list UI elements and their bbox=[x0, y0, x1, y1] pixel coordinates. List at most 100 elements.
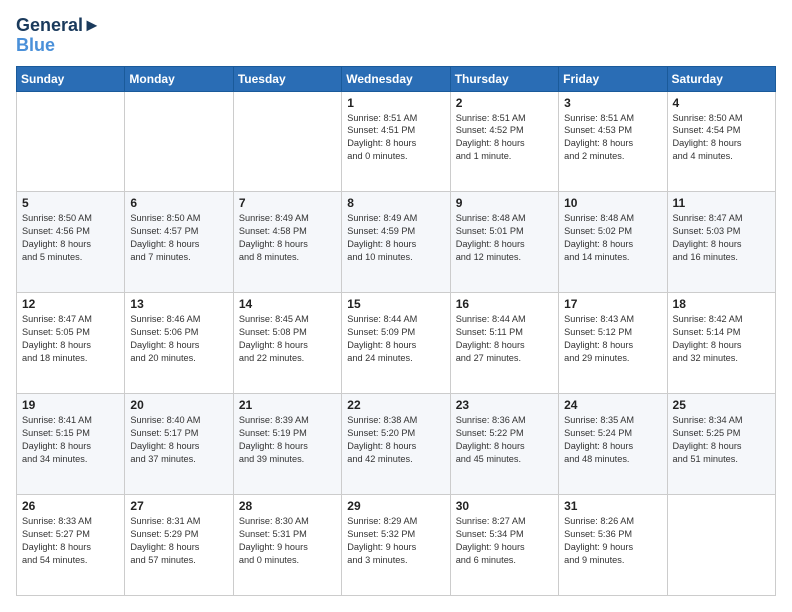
calendar-cell: 23 Sunrise: 8:36 AM Sunset: 5:22 PM Dayli… bbox=[450, 394, 558, 495]
day-number: 20 bbox=[130, 398, 227, 412]
calendar-cell: 12 Sunrise: 8:47 AM Sunset: 5:05 PM Dayli… bbox=[17, 293, 125, 394]
day-number: 3 bbox=[564, 96, 661, 110]
cell-content: Sunrise: 8:47 AM Sunset: 5:05 PM Dayligh… bbox=[22, 313, 119, 365]
calendar-day-header: Thursday bbox=[450, 66, 558, 91]
header: General► Blue bbox=[16, 16, 776, 56]
day-number: 1 bbox=[347, 96, 444, 110]
cell-content: Sunrise: 8:47 AM Sunset: 5:03 PM Dayligh… bbox=[673, 212, 770, 264]
calendar-cell: 26 Sunrise: 8:33 AM Sunset: 5:27 PM Dayli… bbox=[17, 495, 125, 596]
calendar-cell: 24 Sunrise: 8:35 AM Sunset: 5:24 PM Dayli… bbox=[559, 394, 667, 495]
calendar-cell: 14Sunrise: 8:45 AM Sunset: 5:08 PM Dayli… bbox=[233, 293, 341, 394]
calendar-day-header: Saturday bbox=[667, 66, 775, 91]
calendar-day-header: Tuesday bbox=[233, 66, 341, 91]
cell-content: Sunrise: 8:44 AM Sunset: 5:09 PM Dayligh… bbox=[347, 313, 444, 365]
calendar-cell: 13 Sunrise: 8:46 AM Sunset: 5:06 PM Dayli… bbox=[125, 293, 233, 394]
page: General► Blue SundayMondayTuesdayWednesd… bbox=[0, 0, 792, 612]
day-number: 30 bbox=[456, 499, 553, 513]
calendar-cell: 25 Sunrise: 8:34 AM Sunset: 5:25 PM Dayli… bbox=[667, 394, 775, 495]
cell-content: Sunrise: 8:38 AM Sunset: 5:20 PM Dayligh… bbox=[347, 414, 444, 466]
calendar-day-header: Sunday bbox=[17, 66, 125, 91]
calendar-cell: 27Sunrise: 8:31 AM Sunset: 5:29 PM Dayli… bbox=[125, 495, 233, 596]
day-number: 6 bbox=[130, 196, 227, 210]
calendar-cell: 11 Sunrise: 8:47 AM Sunset: 5:03 PM Dayli… bbox=[667, 192, 775, 293]
cell-content: Sunrise: 8:48 AM Sunset: 5:02 PM Dayligh… bbox=[564, 212, 661, 264]
calendar-cell: 7 Sunrise: 8:49 AM Sunset: 4:58 PM Daylig… bbox=[233, 192, 341, 293]
cell-content: Sunrise: 8:33 AM Sunset: 5:27 PM Dayligh… bbox=[22, 515, 119, 567]
cell-content: Sunrise: 8:30 AM Sunset: 5:31 PM Dayligh… bbox=[239, 515, 336, 567]
cell-content: Sunrise: 8:34 AM Sunset: 5:25 PM Dayligh… bbox=[673, 414, 770, 466]
calendar-cell: 10 Sunrise: 8:48 AM Sunset: 5:02 PM Dayli… bbox=[559, 192, 667, 293]
day-number: 13 bbox=[130, 297, 227, 311]
day-number: 21 bbox=[239, 398, 336, 412]
cell-content: Sunrise: 8:35 AM Sunset: 5:24 PM Dayligh… bbox=[564, 414, 661, 466]
cell-content: Sunrise: 8:49 AM Sunset: 4:58 PM Dayligh… bbox=[239, 212, 336, 264]
calendar-cell: 20 Sunrise: 8:40 AM Sunset: 5:17 PM Dayli… bbox=[125, 394, 233, 495]
calendar-cell: 8 Sunrise: 8:49 AM Sunset: 4:59 PM Daylig… bbox=[342, 192, 450, 293]
cell-content: Sunrise: 8:51 AM Sunset: 4:53 PM Dayligh… bbox=[564, 112, 661, 164]
calendar-cell: 29 Sunrise: 8:29 AM Sunset: 5:32 PM Dayli… bbox=[342, 495, 450, 596]
calendar-cell: 28 Sunrise: 8:30 AM Sunset: 5:31 PM Dayli… bbox=[233, 495, 341, 596]
day-number: 9 bbox=[456, 196, 553, 210]
cell-content: Sunrise: 8:29 AM Sunset: 5:32 PM Dayligh… bbox=[347, 515, 444, 567]
cell-content: Sunrise: 8:44 AM Sunset: 5:11 PM Dayligh… bbox=[456, 313, 553, 365]
calendar-cell bbox=[125, 91, 233, 192]
logo-text: General► bbox=[16, 16, 101, 36]
calendar-cell: 19 Sunrise: 8:41 AM Sunset: 5:15 PM Dayli… bbox=[17, 394, 125, 495]
cell-content: Sunrise: 8:49 AM Sunset: 4:59 PM Dayligh… bbox=[347, 212, 444, 264]
calendar-cell: 15Sunrise: 8:44 AM Sunset: 5:09 PM Dayli… bbox=[342, 293, 450, 394]
day-number: 18 bbox=[673, 297, 770, 311]
calendar-week-row: 26 Sunrise: 8:33 AM Sunset: 5:27 PM Dayli… bbox=[17, 495, 776, 596]
day-number: 22 bbox=[347, 398, 444, 412]
day-number: 2 bbox=[456, 96, 553, 110]
calendar-week-row: 12 Sunrise: 8:47 AM Sunset: 5:05 PM Dayli… bbox=[17, 293, 776, 394]
day-number: 4 bbox=[673, 96, 770, 110]
calendar-week-row: 5 Sunrise: 8:50 AM Sunset: 4:56 PM Daylig… bbox=[17, 192, 776, 293]
cell-content: Sunrise: 8:39 AM Sunset: 5:19 PM Dayligh… bbox=[239, 414, 336, 466]
day-number: 29 bbox=[347, 499, 444, 513]
calendar-cell: 9Sunrise: 8:48 AM Sunset: 5:01 PM Daylig… bbox=[450, 192, 558, 293]
calendar-day-header: Monday bbox=[125, 66, 233, 91]
calendar-week-row: 1Sunrise: 8:51 AM Sunset: 4:51 PM Daylig… bbox=[17, 91, 776, 192]
cell-content: Sunrise: 8:27 AM Sunset: 5:34 PM Dayligh… bbox=[456, 515, 553, 567]
cell-content: Sunrise: 8:43 AM Sunset: 5:12 PM Dayligh… bbox=[564, 313, 661, 365]
calendar-cell: 16 Sunrise: 8:44 AM Sunset: 5:11 PM Dayli… bbox=[450, 293, 558, 394]
day-number: 24 bbox=[564, 398, 661, 412]
cell-content: Sunrise: 8:45 AM Sunset: 5:08 PM Dayligh… bbox=[239, 313, 336, 365]
day-number: 7 bbox=[239, 196, 336, 210]
logo-blue: Blue bbox=[16, 36, 55, 56]
calendar-cell bbox=[667, 495, 775, 596]
day-number: 17 bbox=[564, 297, 661, 311]
day-number: 31 bbox=[564, 499, 661, 513]
cell-content: Sunrise: 8:50 AM Sunset: 4:56 PM Dayligh… bbox=[22, 212, 119, 264]
day-number: 25 bbox=[673, 398, 770, 412]
day-number: 23 bbox=[456, 398, 553, 412]
day-number: 19 bbox=[22, 398, 119, 412]
day-number: 10 bbox=[564, 196, 661, 210]
calendar-cell: 22 Sunrise: 8:38 AM Sunset: 5:20 PM Dayli… bbox=[342, 394, 450, 495]
day-number: 16 bbox=[456, 297, 553, 311]
calendar-cell: 5 Sunrise: 8:50 AM Sunset: 4:56 PM Daylig… bbox=[17, 192, 125, 293]
day-number: 28 bbox=[239, 499, 336, 513]
cell-content: Sunrise: 8:36 AM Sunset: 5:22 PM Dayligh… bbox=[456, 414, 553, 466]
calendar-cell bbox=[17, 91, 125, 192]
day-number: 5 bbox=[22, 196, 119, 210]
day-number: 12 bbox=[22, 297, 119, 311]
cell-content: Sunrise: 8:51 AM Sunset: 4:52 PM Dayligh… bbox=[456, 112, 553, 164]
calendar-header-row: SundayMondayTuesdayWednesdayThursdayFrid… bbox=[17, 66, 776, 91]
calendar-cell: 21 Sunrise: 8:39 AM Sunset: 5:19 PM Dayli… bbox=[233, 394, 341, 495]
calendar-cell: 3 Sunrise: 8:51 AM Sunset: 4:53 PM Daylig… bbox=[559, 91, 667, 192]
calendar-cell: 2 Sunrise: 8:51 AM Sunset: 4:52 PM Daylig… bbox=[450, 91, 558, 192]
day-number: 8 bbox=[347, 196, 444, 210]
calendar-week-row: 19 Sunrise: 8:41 AM Sunset: 5:15 PM Dayli… bbox=[17, 394, 776, 495]
cell-content: Sunrise: 8:50 AM Sunset: 4:57 PM Dayligh… bbox=[130, 212, 227, 264]
day-number: 11 bbox=[673, 196, 770, 210]
calendar: SundayMondayTuesdayWednesdayThursdayFrid… bbox=[16, 66, 776, 596]
day-number: 26 bbox=[22, 499, 119, 513]
calendar-cell: 17 Sunrise: 8:43 AM Sunset: 5:12 PM Dayli… bbox=[559, 293, 667, 394]
cell-content: Sunrise: 8:46 AM Sunset: 5:06 PM Dayligh… bbox=[130, 313, 227, 365]
cell-content: Sunrise: 8:41 AM Sunset: 5:15 PM Dayligh… bbox=[22, 414, 119, 466]
calendar-day-header: Friday bbox=[559, 66, 667, 91]
cell-content: Sunrise: 8:42 AM Sunset: 5:14 PM Dayligh… bbox=[673, 313, 770, 365]
cell-content: Sunrise: 8:40 AM Sunset: 5:17 PM Dayligh… bbox=[130, 414, 227, 466]
calendar-cell: 18 Sunrise: 8:42 AM Sunset: 5:14 PM Dayli… bbox=[667, 293, 775, 394]
